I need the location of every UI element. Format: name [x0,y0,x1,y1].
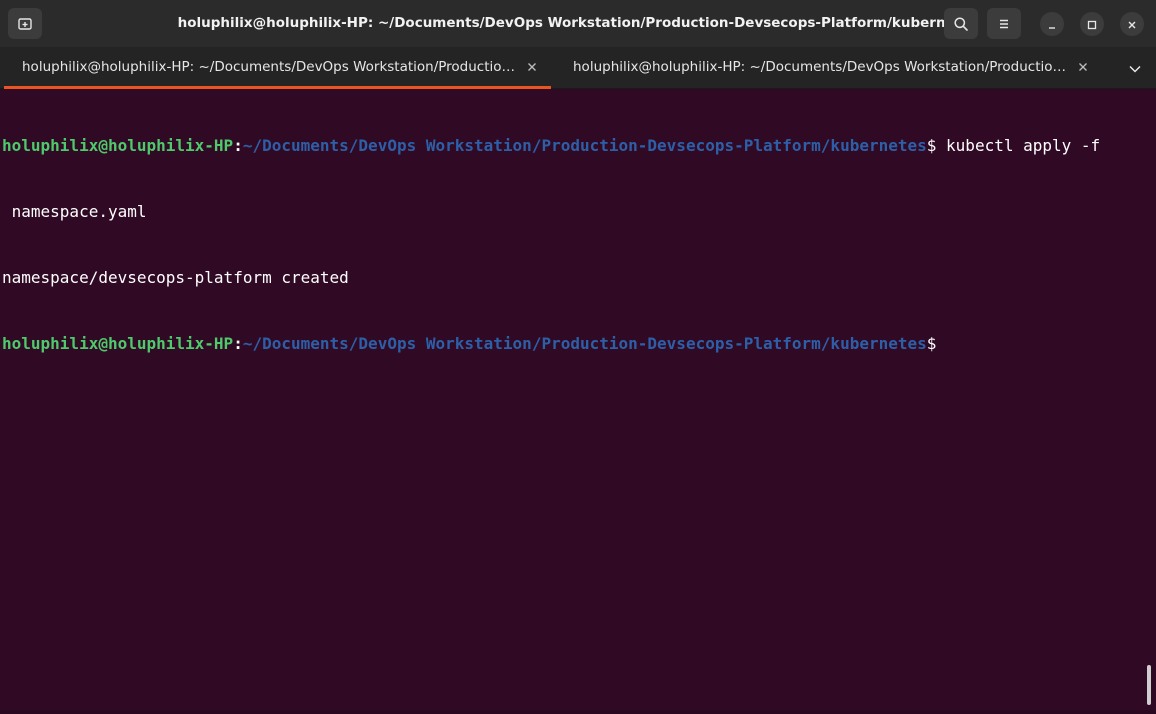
close-window-button[interactable] [1120,12,1144,36]
close-icon [1127,15,1137,34]
terminal-output[interactable]: holuphilix@holuphilix-HP:~/Documents/Dev… [0,89,1156,714]
window-title: holuphilix@holuphilix-HP: ~/Documents/De… [177,15,979,31]
close-icon [528,63,536,71]
tabs-overflow-button[interactable] [1124,59,1146,77]
minimize-button[interactable] [1040,12,1064,36]
new-tab-icon [17,16,33,32]
chevron-down-icon [1128,59,1142,78]
prompt-user: holuphilix@holuphilix-HP [2,334,234,353]
minimize-icon [1047,15,1057,34]
search-button[interactable] [944,8,978,39]
tab-close-button[interactable] [1076,60,1090,74]
new-tab-button[interactable] [8,8,42,39]
tab-2[interactable]: holuphilix@holuphilix-HP: ~/Documents/De… [555,47,1105,89]
terminal-line: holuphilix@holuphilix-HP:~/Documents/Dev… [2,333,1156,355]
command-text: kubectl apply -f [936,136,1101,155]
tab-label: holuphilix@holuphilix-HP: ~/Documents/De… [22,59,516,75]
window-bottom-edge [0,710,1156,714]
prompt-colon: : [233,136,243,155]
tab-bar: holuphilix@holuphilix-HP: ~/Documents/De… [0,47,1156,89]
terminal-window: holuphilix@holuphilix-HP: ~/Documents/De… [0,0,1156,714]
close-icon [1079,63,1087,71]
maximize-button[interactable] [1080,12,1104,36]
search-icon [953,16,969,32]
prompt-colon: : [233,334,243,353]
tab-label: holuphilix@holuphilix-HP: ~/Documents/De… [573,59,1067,75]
maximize-icon [1087,15,1097,34]
terminal-line: namespace/devsecops-platform created [2,268,349,287]
tab-1[interactable]: holuphilix@holuphilix-HP: ~/Documents/De… [0,47,555,89]
menu-button[interactable] [987,8,1021,39]
hamburger-menu-icon [996,16,1012,32]
terminal-line: holuphilix@holuphilix-HP:~/Documents/Dev… [2,135,1156,157]
prompt-user: holuphilix@holuphilix-HP [2,136,234,155]
prompt-path: ~/Documents/DevOps Workstation/Productio… [242,136,927,155]
prompt-dollar: $ [926,136,937,155]
header-bar: holuphilix@holuphilix-HP: ~/Documents/De… [0,0,1156,47]
scrollbar-thumb[interactable] [1147,665,1151,705]
terminal-line: namespace.yaml [2,202,147,221]
prompt-dollar: $ [926,334,937,353]
prompt-path: ~/Documents/DevOps Workstation/Productio… [242,334,927,353]
tab-close-button[interactable] [525,60,539,74]
